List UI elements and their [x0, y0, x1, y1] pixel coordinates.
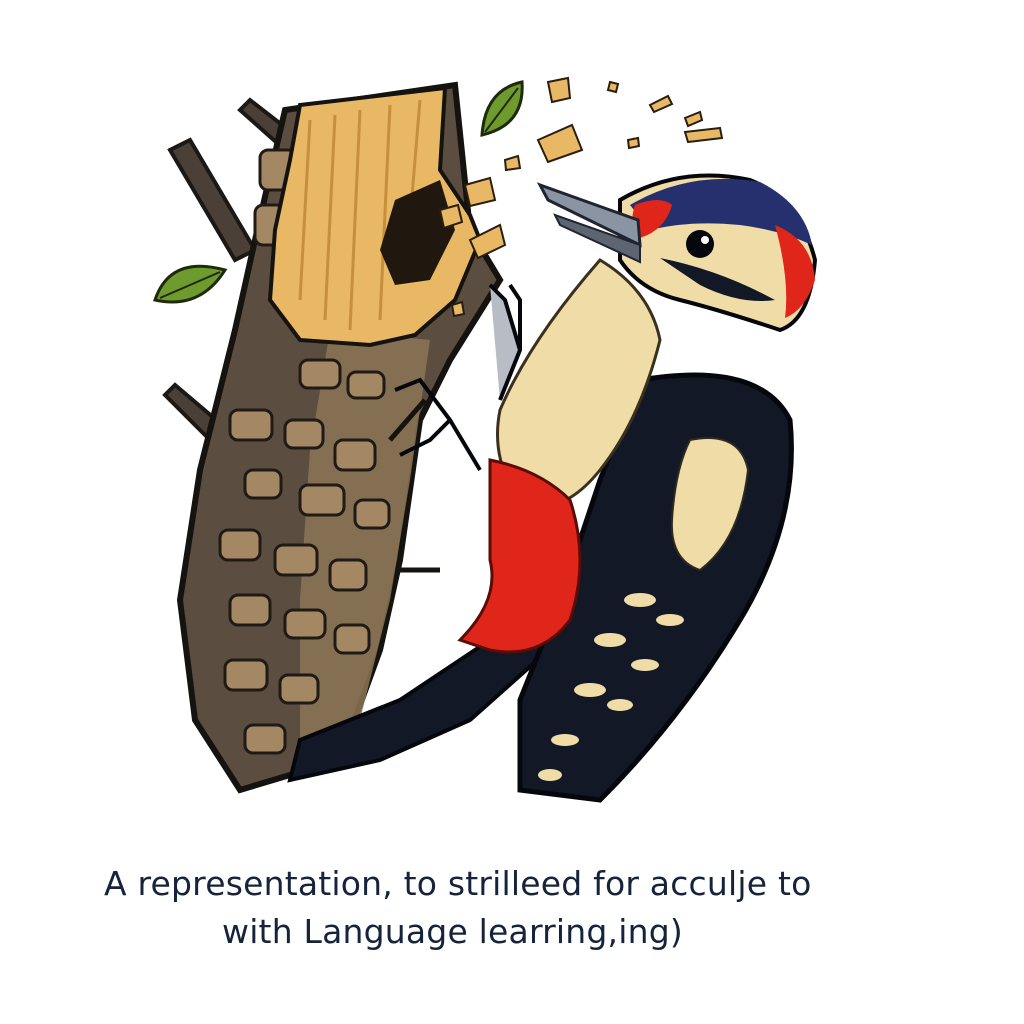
caption-line-1: A representation, to strilleed for accul…	[104, 864, 812, 903]
woodpecker-illustration	[153, 76, 818, 803]
image-canvas: A representation, to strilleed for accul…	[0, 0, 1024, 1024]
caption-line-2: with Language learring,ing)	[222, 912, 683, 951]
